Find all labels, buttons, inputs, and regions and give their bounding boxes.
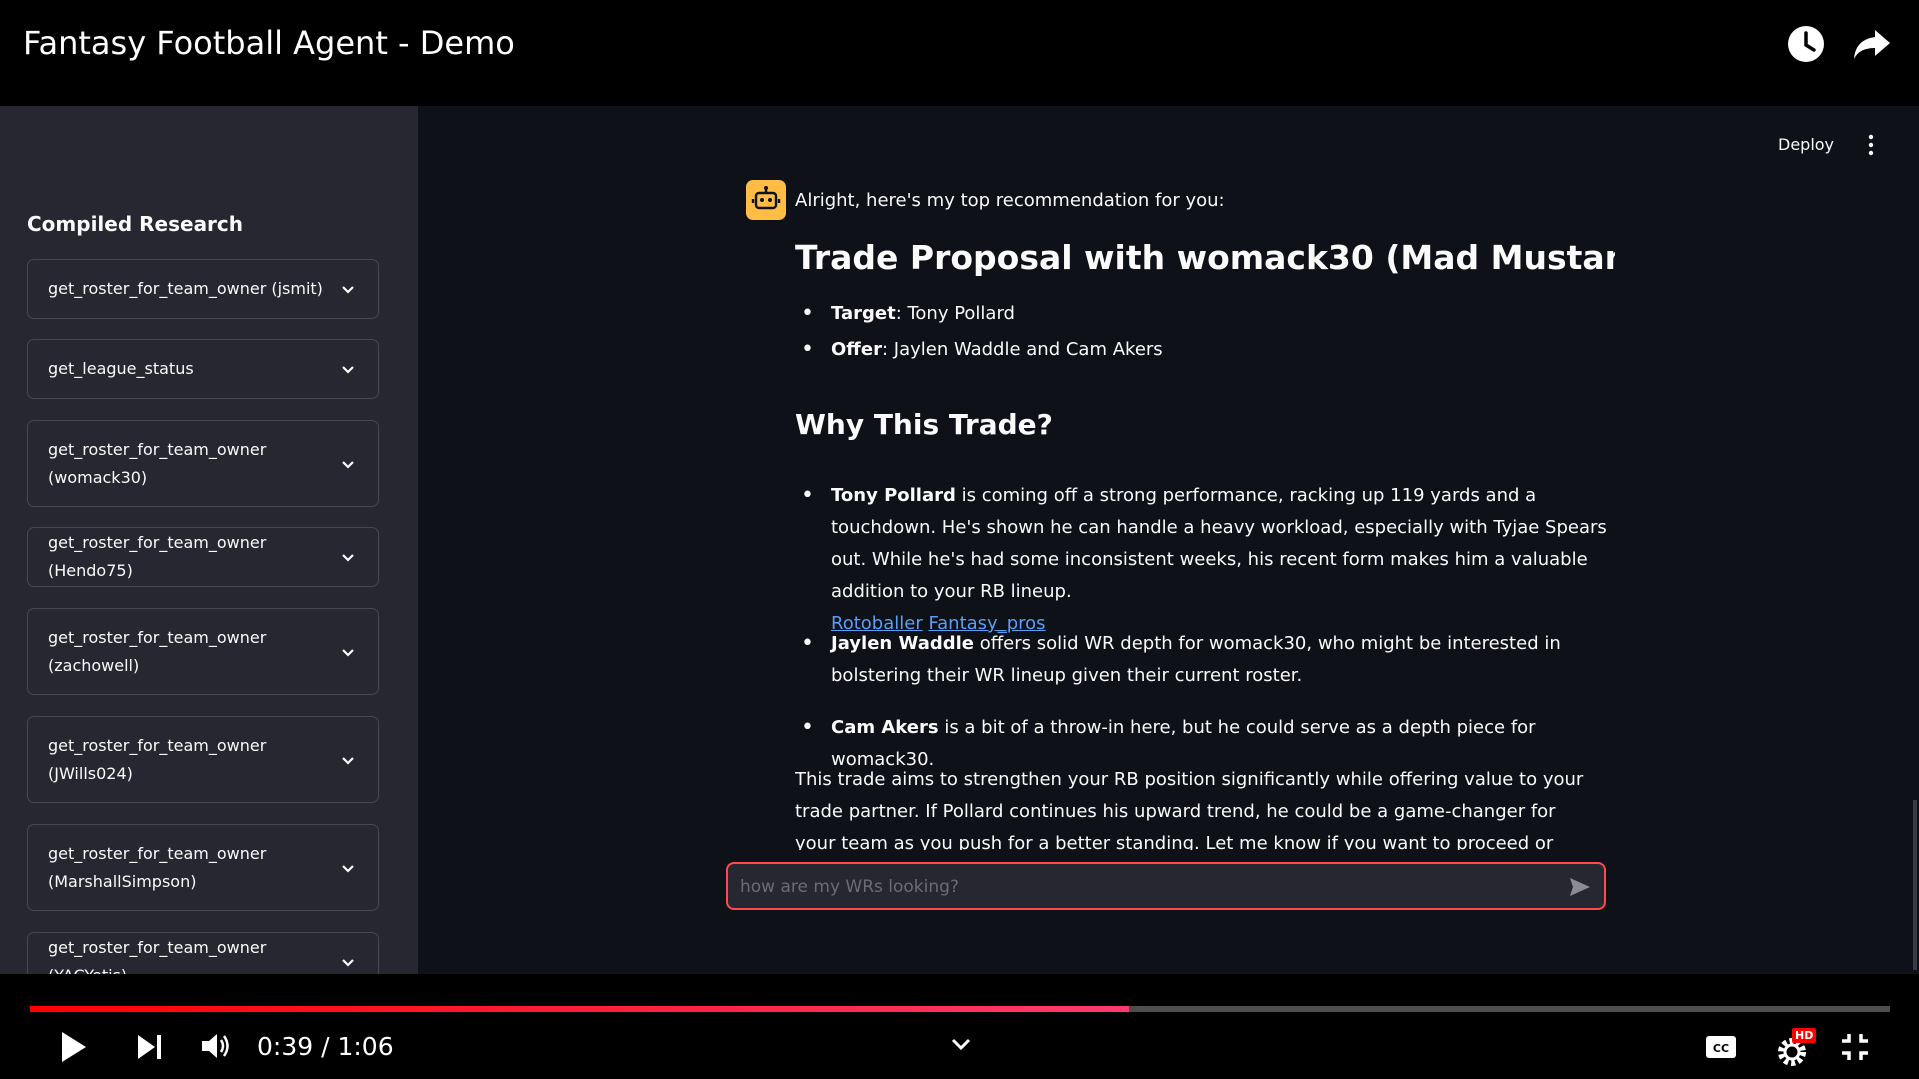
- expander-label: get_league_status: [48, 359, 194, 378]
- target-label: Target: [831, 303, 896, 324]
- exit-fullscreen-icon[interactable]: [1840, 1032, 1870, 1062]
- player-name: Tony Pollard: [831, 485, 956, 506]
- clock-icon[interactable]: [1786, 24, 1826, 64]
- captions-icon[interactable]: CC: [1704, 1034, 1738, 1060]
- next-icon[interactable]: [134, 1030, 166, 1064]
- progress-played: [30, 1006, 1130, 1012]
- chevron-down-icon: [342, 366, 354, 374]
- expander-roster-jwills024[interactable]: get_roster_for_team_owner (JWills024): [27, 716, 379, 803]
- expander-label: get_roster_for_team_owner (YACYetis): [48, 938, 267, 974]
- time-display: 0:39 / 1:06: [257, 1032, 394, 1061]
- chevron-down-icon: [342, 864, 354, 873]
- expander-roster-hendo75[interactable]: get_roster_for_team_owner (Hendo75): [27, 527, 379, 587]
- summary-paragraph: This trade aims to strengthen your RB po…: [795, 769, 1584, 850]
- bot-avatar-icon: [751, 186, 781, 210]
- expander-label: get_roster_for_team_owner (zachowell): [48, 627, 267, 675]
- video-top-bar: Fantasy Football Agent - Demo: [0, 0, 1919, 106]
- main-content: Deploy Alright, here's my top recommenda…: [418, 106, 1919, 974]
- assistant-avatar: [746, 180, 786, 220]
- scrollbar[interactable]: [1913, 800, 1917, 970]
- video-title[interactable]: Fantasy Football Agent - Demo: [23, 24, 515, 62]
- expander-roster-yacyetis[interactable]: get_roster_for_team_owner (YACYetis): [27, 932, 379, 974]
- chevron-down-icon: [342, 959, 354, 967]
- expander-roster-womack30[interactable]: get_roster_for_team_owner (womack30): [27, 420, 379, 507]
- offer-item: Offer: Jaylen Waddle and Cam Akers: [801, 334, 1611, 366]
- message-intro: Alright, here's my top recommendation fo…: [795, 190, 1225, 211]
- reason-item: Tony Pollard is coming off a strong perf…: [801, 480, 1611, 640]
- chevron-down-icon: [342, 460, 354, 469]
- offer-label: Offer: [831, 339, 882, 360]
- expander-label: get_roster_for_team_owner (JWills024): [48, 735, 267, 783]
- chat-input[interactable]: [738, 873, 1522, 901]
- player-name: Jaylen Waddle: [831, 633, 974, 654]
- sidebar-title: Compiled Research: [27, 212, 244, 236]
- expander-label: get_roster_for_team_owner (jsmit): [48, 279, 323, 298]
- video-controls: 0:39 / 1:06 CC HD: [0, 974, 1919, 1079]
- expander-league-status[interactable]: get_league_status: [27, 339, 379, 399]
- deploy-button[interactable]: Deploy: [1778, 135, 1834, 154]
- expander-label: get_roster_for_team_owner (womack30): [48, 439, 267, 487]
- chevron-down-icon: [342, 286, 354, 294]
- current-time: 0:39: [257, 1032, 314, 1061]
- target-item: Target: Tony Pollard: [801, 298, 1611, 330]
- kebab-menu-icon[interactable]: [1866, 134, 1876, 156]
- chevron-down-icon: [342, 554, 354, 562]
- trade-heading: Trade Proposal with womack30 (Mad Mustan…: [795, 238, 1615, 277]
- expander-label: get_roster_for_team_owner (Hendo75): [48, 533, 267, 580]
- send-icon[interactable]: [1568, 875, 1592, 899]
- sidebar: Compiled Research get_roster_for_team_ow…: [0, 106, 418, 974]
- reason-item: Jaylen Waddle offers solid WR depth for …: [801, 628, 1611, 692]
- svg-text:CC: CC: [1713, 1042, 1729, 1055]
- expander-roster-marshallsimpson[interactable]: get_roster_for_team_owner (MarshallSimps…: [27, 824, 379, 911]
- chevron-down-icon: [342, 756, 354, 765]
- why-heading: Why This Trade?: [795, 408, 1053, 441]
- app-frame: Compiled Research get_roster_for_team_ow…: [0, 106, 1919, 974]
- expander-roster-jsmit[interactable]: get_roster_for_team_owner (jsmit): [27, 259, 379, 319]
- chevron-down-icon: [342, 648, 354, 657]
- share-icon[interactable]: [1852, 24, 1892, 64]
- volume-icon[interactable]: [198, 1028, 234, 1064]
- duration: 1:06: [337, 1032, 394, 1061]
- chat-input-box[interactable]: [726, 862, 1606, 910]
- player-name: Cam Akers: [831, 717, 939, 738]
- assistant-message: Alright, here's my top recommendation fo…: [795, 180, 1615, 850]
- hd-badge: HD: [1792, 1028, 1817, 1043]
- chevron-down-icon[interactable]: [950, 1036, 972, 1052]
- target-value: : Tony Pollard: [895, 303, 1015, 324]
- expander-roster-zachowell[interactable]: get_roster_for_team_owner (zachowell): [27, 608, 379, 695]
- settings-button[interactable]: HD: [1774, 1028, 1817, 1070]
- play-icon[interactable]: [56, 1028, 90, 1066]
- expander-label: get_roster_for_team_owner (MarshallSimps…: [48, 843, 267, 891]
- offer-value: : Jaylen Waddle and Cam Akers: [881, 339, 1163, 360]
- progress-bar[interactable]: [30, 1006, 1890, 1012]
